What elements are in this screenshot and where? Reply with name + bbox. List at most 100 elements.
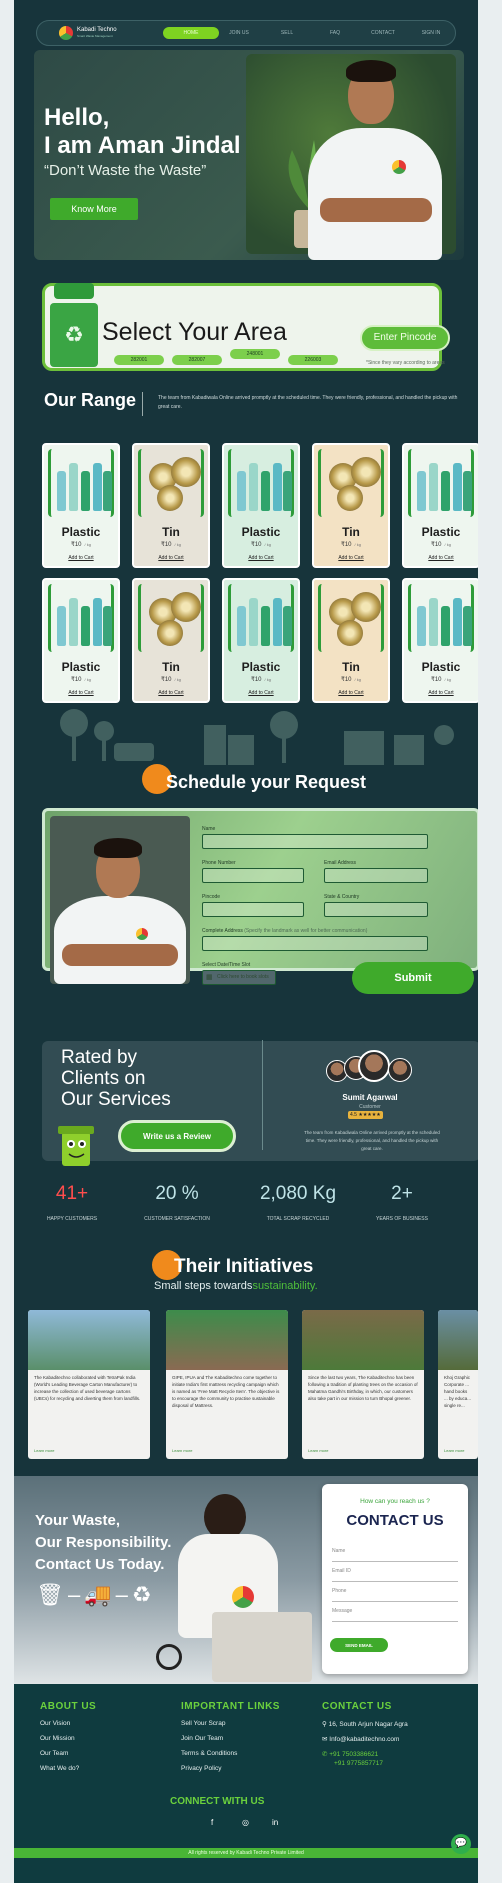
- brand-logo[interactable]: Kabadi Techno Smart Waste Management: [59, 26, 119, 40]
- pincode-field[interactable]: [202, 902, 304, 917]
- add-to-cart-link[interactable]: Add to Cart: [314, 690, 388, 696]
- product-name: Tin: [162, 525, 180, 539]
- initiative-card[interactable]: The Kabaditechno collaborated with Tetra…: [28, 1310, 150, 1459]
- add-to-cart-link[interactable]: Add to Cart: [224, 555, 298, 561]
- chat-icon[interactable]: 💬: [451, 1834, 471, 1854]
- product-price-value: ₹10: [431, 542, 442, 548]
- send-email-button[interactable]: SEND EMAIL: [330, 1638, 388, 1652]
- hero-greeting: Hello,: [44, 104, 110, 131]
- phone-field[interactable]: [202, 868, 304, 883]
- area-note: *Since they vary according to areas: [366, 360, 445, 366]
- product-card[interactable]: Plastic ₹10/ kg Add to Cart: [42, 578, 120, 703]
- learn-more-link[interactable]: Learn more: [172, 1448, 192, 1453]
- product-price-unit: / kg: [84, 542, 91, 547]
- footer-email[interactable]: ✉ Info@kabaditechno.com: [322, 1735, 399, 1743]
- product-price-unit: / kg: [444, 677, 451, 682]
- pincode-option[interactable]: 282001: [114, 355, 164, 365]
- pincode-option[interactable]: 226003: [288, 355, 338, 365]
- pincode-option[interactable]: 248001: [230, 349, 280, 359]
- nav-join-us[interactable]: JOIN US: [215, 30, 263, 36]
- nav-sell[interactable]: SELL: [263, 30, 311, 36]
- product-card[interactable]: Tin ₹10/ kg Add to Cart: [132, 578, 210, 703]
- product-card[interactable]: Plastic ₹10/ kg Add to Cart: [222, 443, 300, 568]
- product-card[interactable]: Plastic ₹10/ kg Add to Cart: [42, 443, 120, 568]
- add-to-cart-link[interactable]: Add to Cart: [134, 555, 208, 561]
- add-to-cart-link[interactable]: Add to Cart: [404, 555, 478, 561]
- add-to-cart-link[interactable]: Add to Cart: [134, 690, 208, 696]
- divider: [142, 392, 143, 416]
- page: Kabadi Techno Smart Waste Management HOM…: [14, 0, 478, 1883]
- phone-icon: ✆: [322, 1751, 328, 1758]
- initiative-card[interactable]: Khoj Graphic Corporate ... hand books ..…: [438, 1310, 478, 1459]
- footer-phone-2[interactable]: +91 9775857717: [334, 1760, 383, 1767]
- learn-more-link[interactable]: Learn more: [34, 1448, 54, 1453]
- product-card[interactable]: Plastic ₹10/ kg Add to Cart: [402, 443, 478, 568]
- slot-picker[interactable]: ▦ Click here to book slots: [202, 970, 276, 985]
- product-card[interactable]: Tin ₹10/ kg Add to Cart: [312, 443, 390, 568]
- hero-name: I am Aman Jindal: [44, 132, 241, 159]
- footer-link[interactable]: Our Vision: [40, 1720, 70, 1727]
- product-price-unit: / kg: [264, 542, 271, 547]
- add-to-cart-link[interactable]: Add to Cart: [314, 555, 388, 561]
- product-card[interactable]: Tin ₹10/ kg Add to Cart: [132, 443, 210, 568]
- nav-sign-in[interactable]: SIGN IN: [407, 30, 455, 36]
- footer-link[interactable]: Terms & Conditions: [181, 1750, 237, 1757]
- footer-link[interactable]: Sell Your Scrap: [181, 1720, 225, 1727]
- product-price: ₹10/ kg: [44, 541, 118, 548]
- product-price-unit: / kg: [174, 542, 181, 547]
- tin-cans-image: [318, 584, 384, 652]
- product-name: Tin: [342, 660, 360, 674]
- facebook-icon[interactable]: f: [211, 1818, 213, 1827]
- name-field[interactable]: [202, 834, 428, 849]
- linkedin-icon[interactable]: in: [272, 1818, 278, 1827]
- avatar[interactable]: [388, 1058, 412, 1082]
- nav-contact[interactable]: CONTACT: [359, 30, 407, 36]
- address-field[interactable]: [202, 936, 428, 951]
- contact-email-input[interactable]: Email ID: [332, 1568, 458, 1582]
- state-country-field[interactable]: [324, 902, 428, 917]
- know-more-button[interactable]: Know More: [50, 198, 138, 220]
- avatar[interactable]: [358, 1050, 390, 1082]
- divider: [262, 1040, 263, 1150]
- add-to-cart-link[interactable]: Add to Cart: [44, 690, 118, 696]
- stat-years-value: 2+: [391, 1183, 413, 1204]
- add-to-cart-link[interactable]: Add to Cart: [224, 690, 298, 696]
- contact-name-input[interactable]: Name: [332, 1548, 458, 1562]
- contact-heading: Your Waste, Our Responsibility. Contact …: [35, 1510, 171, 1576]
- nav-home[interactable]: HOME: [163, 27, 219, 39]
- footer-link[interactable]: Our Team: [40, 1750, 68, 1757]
- product-price: ₹10/ kg: [224, 676, 298, 683]
- product-price: ₹10/ kg: [314, 676, 388, 683]
- initiative-card[interactable]: Since the last two years, The Kabaditech…: [302, 1310, 424, 1459]
- product-card[interactable]: Plastic ₹10/ kg Add to Cart: [402, 578, 478, 703]
- footer-link[interactable]: Join Our Team: [181, 1735, 223, 1742]
- product-card[interactable]: Plastic ₹10/ kg Add to Cart: [222, 578, 300, 703]
- footer-link[interactable]: Our Mission: [40, 1735, 75, 1742]
- footer-link[interactable]: What We do?: [40, 1765, 79, 1772]
- pincode-option[interactable]: 282007: [172, 355, 222, 365]
- learn-more-link[interactable]: Learn more: [308, 1448, 328, 1453]
- product-card[interactable]: Tin ₹10/ kg Add to Cart: [312, 578, 390, 703]
- footer-link[interactable]: Privacy Policy: [181, 1765, 221, 1772]
- initiatives-subtitle-highlight: sustainability.: [252, 1280, 318, 1292]
- product-price-value: ₹10: [71, 542, 82, 548]
- initiative-card[interactable]: GIPE, IPUA and The Kabaditechno come tog…: [166, 1310, 288, 1459]
- instagram-icon[interactable]: ◎: [242, 1818, 249, 1827]
- enter-pincode-button[interactable]: Enter Pincode: [360, 325, 450, 351]
- stat-years-label: YEARS OF BUSINESS: [376, 1216, 428, 1222]
- email-field[interactable]: [324, 868, 428, 883]
- stat-happy-customers-value: 41+: [55, 1183, 89, 1204]
- nav-faq[interactable]: FAQ: [311, 30, 359, 36]
- plastic-bottles-image: [48, 449, 114, 517]
- product-price: ₹10/ kg: [314, 541, 388, 548]
- product-name: Plastic: [61, 660, 101, 674]
- submit-button[interactable]: Submit: [352, 962, 474, 994]
- name-label: Name: [202, 826, 216, 832]
- add-to-cart-link[interactable]: Add to Cart: [44, 555, 118, 561]
- footer-phone[interactable]: ✆ +91 7503386621: [322, 1750, 378, 1758]
- contact-message-input[interactable]: Message: [332, 1608, 458, 1622]
- write-review-button[interactable]: Write us a Review: [118, 1120, 236, 1152]
- learn-more-link[interactable]: Learn more: [444, 1448, 464, 1453]
- contact-phone-input[interactable]: Phone: [332, 1588, 458, 1602]
- add-to-cart-link[interactable]: Add to Cart: [404, 690, 478, 696]
